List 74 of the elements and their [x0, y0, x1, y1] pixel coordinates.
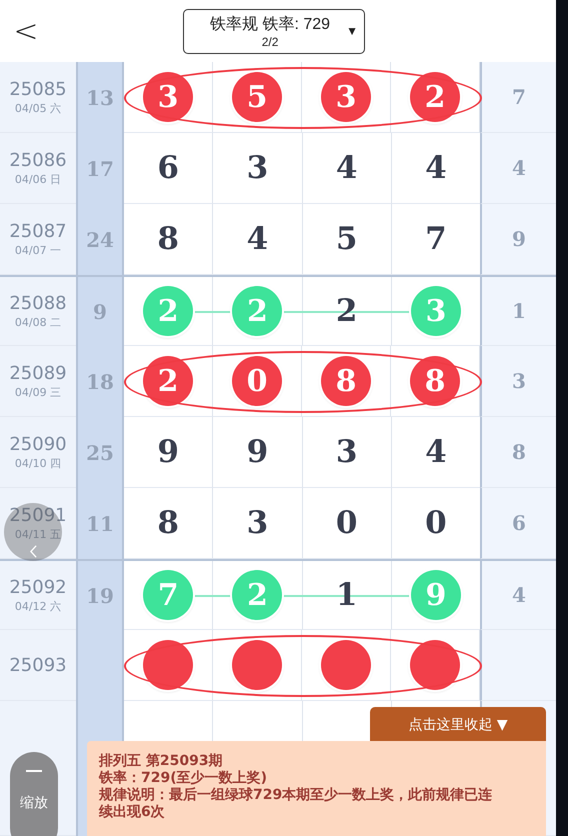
number-ball	[321, 640, 371, 690]
digit: 6	[157, 150, 179, 186]
digit: 3	[246, 150, 268, 186]
number-ball	[232, 640, 282, 690]
number-ball: 8	[321, 356, 371, 406]
number-ball: 2	[143, 356, 193, 406]
digit: 0	[425, 505, 447, 541]
digit: 5	[336, 221, 358, 257]
digit: 9	[157, 434, 179, 470]
draw-date: 04/11 五	[14, 526, 62, 542]
number-ball: 2	[232, 286, 282, 336]
miss-cell: 4	[480, 561, 556, 630]
digit: 3	[336, 434, 358, 470]
period-number: 25085	[9, 78, 67, 100]
digit: 7	[425, 221, 447, 257]
sum-cell: 19	[76, 561, 124, 630]
number-ball	[410, 640, 460, 690]
period-number: 25090	[9, 434, 67, 454]
miss-cell: 3	[480, 346, 556, 417]
miss-cell: 4	[480, 133, 556, 204]
sum-cell: 25	[76, 417, 124, 488]
info-text: 铁率：729(至少一数上奖)	[99, 770, 268, 787]
draw-date: 04/12 六	[14, 598, 62, 614]
number-ball	[143, 640, 193, 690]
number-ball: 2	[143, 286, 194, 336]
info-text: 排列五 第25093期	[99, 753, 224, 770]
chevron-left-icon	[28, 545, 38, 558]
draw-date: 04/07 一	[14, 242, 62, 258]
period-number: 25087	[9, 220, 67, 242]
sum-cell: 24	[76, 204, 124, 275]
miss-cell: 8	[480, 417, 556, 488]
period-number: 25088	[9, 292, 67, 314]
digit: 3	[246, 505, 268, 541]
number-ball: 0	[232, 356, 282, 406]
draw-date: 04/09 三	[14, 384, 62, 400]
draw-date: 04/10 四	[14, 456, 62, 470]
digit: 4	[425, 150, 447, 186]
miss-cell: 6	[480, 488, 556, 559]
draw-date: 04/05 六	[14, 100, 62, 116]
number-ball: 3	[321, 72, 371, 122]
number-ball: 7	[143, 570, 194, 620]
miss-cell: 7	[480, 62, 556, 133]
minus-icon	[26, 770, 42, 772]
info-text: 规律说明：最后一组绿球729本期至少一数上奖，此前规律已连续出现6次	[99, 787, 494, 821]
back-button[interactable]: <	[6, 14, 46, 48]
number-ball: 3	[410, 286, 461, 336]
number-ball: 9	[410, 570, 461, 620]
miss-cell: 9	[480, 204, 556, 275]
period-number: 25086	[9, 150, 67, 170]
sum-cell: 17	[76, 133, 124, 204]
period-number: 25089	[9, 362, 67, 384]
digit: 4	[246, 221, 268, 257]
rule-dropdown[interactable]: 铁率规 铁率: 729 2/2 ▼	[183, 8, 365, 54]
sum-cell: 9	[76, 277, 124, 346]
digit: 4	[425, 434, 447, 470]
miss-cell: 1	[480, 277, 556, 346]
sum-cell: 13	[76, 62, 124, 133]
draw-date: 04/06 日	[14, 172, 62, 186]
sum-cell: 18	[76, 346, 124, 417]
digit: 9	[246, 434, 268, 470]
number-ball: 2	[410, 72, 460, 122]
number-ball: 8	[410, 356, 460, 406]
number-ball: 2	[232, 570, 282, 620]
sum-cell: 11	[76, 488, 124, 559]
collapse-tab[interactable]: 点击这里收起 ▼	[370, 707, 546, 742]
period-number: 25093	[9, 654, 67, 676]
draw-date: 04/08 二	[14, 314, 62, 330]
number-ball: 5	[232, 72, 282, 122]
number-ball: 3	[143, 72, 193, 122]
period-number: 25092	[9, 576, 67, 598]
digit: 8	[157, 221, 179, 257]
digit: 4	[336, 150, 358, 186]
digit: 8	[157, 505, 179, 541]
digit: 0	[336, 505, 358, 541]
